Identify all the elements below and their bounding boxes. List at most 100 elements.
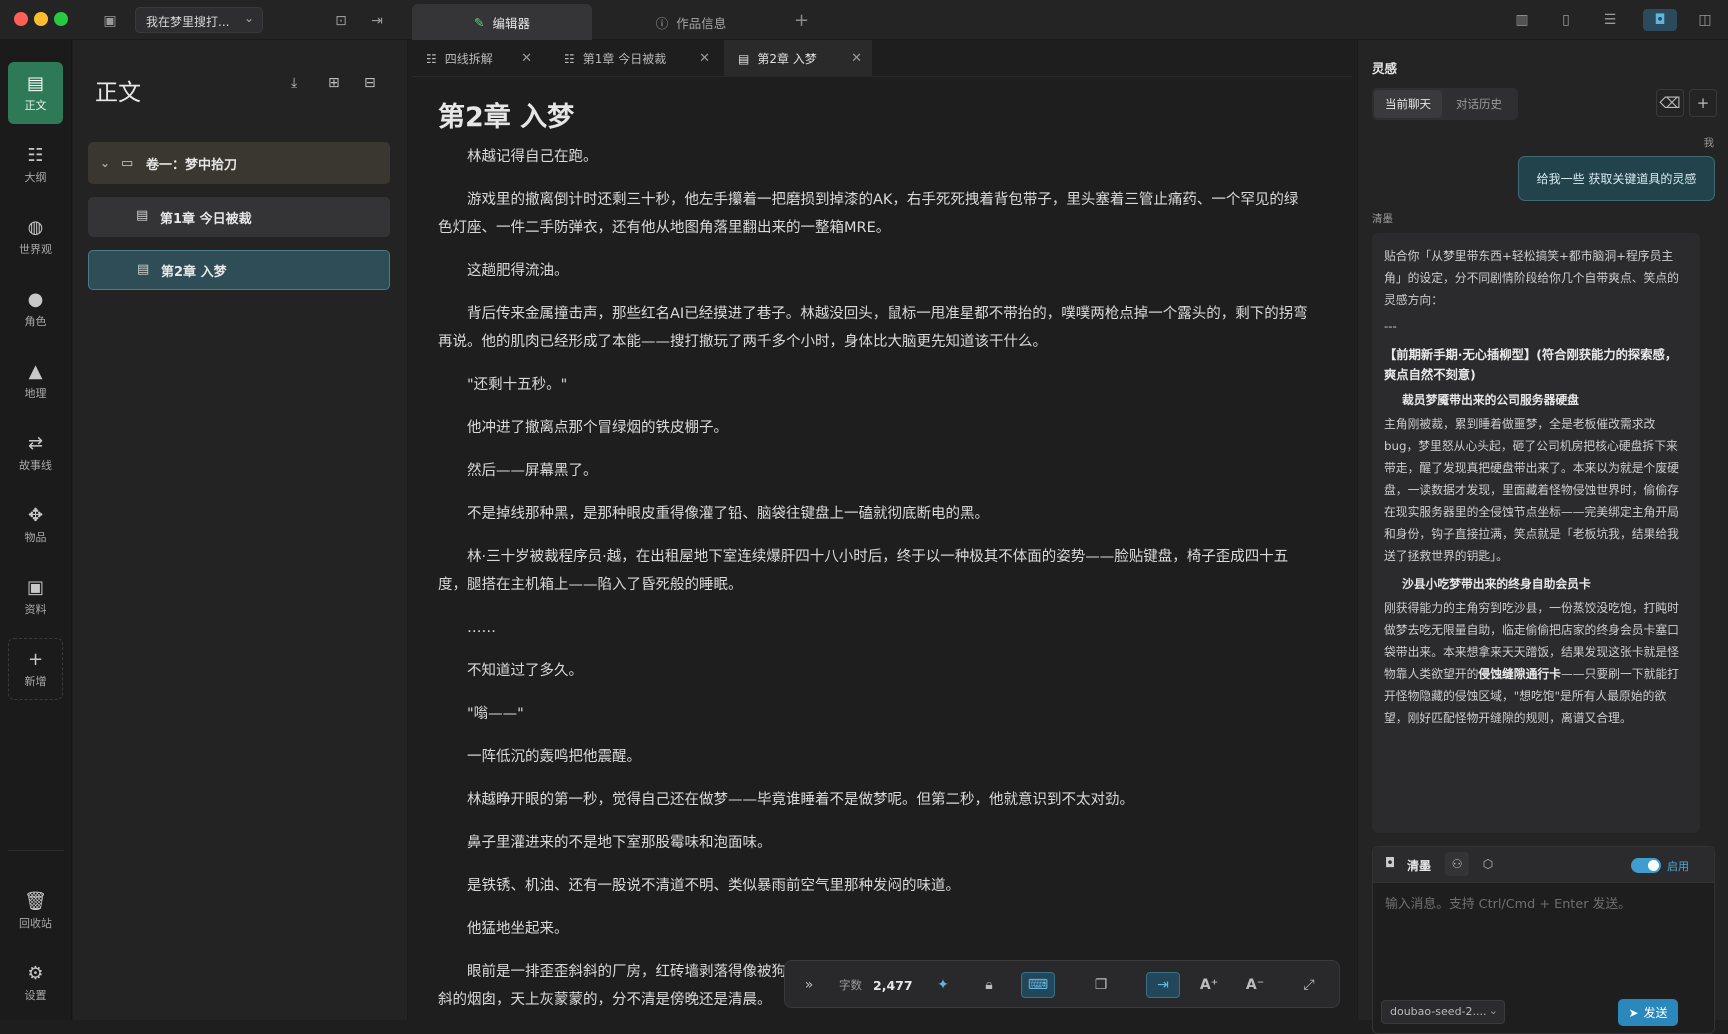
enable-toggle[interactable] xyxy=(1631,858,1661,873)
rail-item-body[interactable]: ▤ 正文 xyxy=(8,62,63,124)
paragraph: 然后——屏幕黑了。 xyxy=(467,463,598,479)
minimize-window-button[interactable] xyxy=(34,12,48,26)
idea-title: 裁员梦魇带出来的公司服务器硬盘 xyxy=(1402,393,1579,407)
chevron-down-icon: ⌄ xyxy=(100,156,111,170)
volume-item[interactable]: ⌄ ▭ 卷一：梦中拾刀 xyxy=(88,142,390,184)
new-folder-icon[interactable]: ⊟ xyxy=(364,75,376,91)
new-chat-icon[interactable]: + xyxy=(1689,89,1717,117)
editor-toolbar: » 字数 2,477 ✦ 🔒︎ ⌨ ❐ ⇥ A⁺ A⁻ ⤢ xyxy=(784,960,1340,1008)
phone-icon[interactable]: ▯ xyxy=(1555,9,1577,31)
rail-label: 资料 xyxy=(24,602,47,616)
add-user-icon[interactable]: ⚇ xyxy=(1445,852,1469,876)
app-window: ▣ 我在梦里搜打... ⌄ ⊡ ⇥ ✎ 编辑器 ⓘ 作品信息 + ▥ ▯ ☰ ◘… xyxy=(0,0,1728,1034)
toggle-label: 启用 xyxy=(1667,860,1689,873)
stats-icon[interactable]: ▥ xyxy=(1511,9,1533,31)
word-count-value: 2,477 xyxy=(873,977,913,993)
rail-label: 回收站 xyxy=(19,916,52,930)
file-tab[interactable]: ☷ 第1章 今日被裁 ✕ xyxy=(550,40,720,77)
chapter-item-selected[interactable]: ▤ 第2章 入梦 xyxy=(88,250,390,290)
idea-title: 沙县小吃梦带出来的终身自助会员卡 xyxy=(1402,577,1591,591)
nav-rail: ▤ 正文 ☷ 大纲 ◍ 世界观 ● 角色 ▲ 地理 ⇄ 故事线 ✥ 物品 ▣ 资 xyxy=(0,40,72,1020)
focus-icon[interactable]: ⊡ xyxy=(330,10,352,32)
file-tab-active[interactable]: ▤ 第2章 入梦 ✕ xyxy=(724,40,872,77)
new-file-icon[interactable]: ⊞ xyxy=(328,75,340,91)
tab-chat-history[interactable]: 对话历史 xyxy=(1456,96,1502,112)
assistant-icon[interactable]: ◘ xyxy=(1643,9,1677,31)
tab-work-info[interactable]: ⓘ 作品信息 xyxy=(616,4,766,40)
file-tab[interactable]: ☷ 四线拆解 ✕ xyxy=(412,40,542,77)
sidebar-toggle-icon[interactable]: ▣ xyxy=(99,10,121,32)
paragraph: 鼻子里灌进来的不是地下室那股霉味和泡面味。 xyxy=(467,835,772,851)
font-increase-icon[interactable]: A⁺ xyxy=(1195,972,1223,998)
model-select[interactable]: doubao-seed-2.... ⌄ xyxy=(1381,1000,1505,1024)
chat-segment: 当前聊天 对话历史 xyxy=(1372,88,1518,120)
cube-icon[interactable]: ⬡ xyxy=(1476,852,1500,876)
rail-item-geography[interactable]: ▲ 地理 xyxy=(8,350,63,412)
message-input[interactable]: 输入消息。支持 Ctrl/Cmd + Enter 发送。 xyxy=(1385,893,1631,912)
plus-icon: + xyxy=(27,648,44,670)
lock-icon[interactable]: 🔒︎ xyxy=(975,972,1003,998)
rail-item-outline[interactable]: ☷ 大纲 xyxy=(8,134,63,196)
rail-item-add[interactable]: + 新增 xyxy=(8,638,63,700)
users-icon: ● xyxy=(27,288,44,310)
inspiration-panel: 灵感 当前聊天 对话历史 ⌫ + 我 给我一些 获取关键道具的灵感 清墨 贴合你… xyxy=(1357,40,1728,1034)
rail-item-storyline[interactable]: ⇄ 故事线 xyxy=(8,422,63,484)
copy-icon[interactable]: ❐ xyxy=(1087,972,1115,998)
message-intro: 贴合你「从梦里带东西+轻松搞笑+都市脑洞+程序员主角」的设定，分不同剧情阶段给你… xyxy=(1384,249,1679,307)
fullscreen-icon[interactable]: ⤢ xyxy=(1295,972,1323,998)
paragraph: 背后传来金属撞击声，那些红名AI已经摸进了巷子。林越没回头，鼠标一甩准星都不带抬… xyxy=(438,306,1308,350)
file-tab-label: 第2章 入梦 xyxy=(757,52,817,66)
paragraph: 游戏里的撤离倒计时还剩三十秒，他左手攥着一把磨损到掉漆的AK，右手死死拽着背包带… xyxy=(438,192,1299,236)
tab-current-chat[interactable]: 当前聊天 xyxy=(1385,96,1431,112)
file-tab-label: 第1章 今日被裁 xyxy=(582,52,667,66)
indent-icon[interactable]: ⇥ xyxy=(1146,972,1180,998)
keyboard-icon[interactable]: ⌨ xyxy=(1021,972,1055,998)
rail-item-settings[interactable]: ⚙ 设置 xyxy=(8,952,63,1014)
paragraph: 一阵低沉的轰鸣把他震醒。 xyxy=(467,749,641,765)
maximize-window-button[interactable] xyxy=(54,12,68,26)
rail-label: 设置 xyxy=(24,988,47,1002)
user-message: 给我一些 获取关键道具的灵感 xyxy=(1518,156,1715,201)
collapse-icon[interactable]: » xyxy=(797,972,821,998)
rail-item-items[interactable]: ✥ 物品 xyxy=(8,494,63,556)
tab-editor[interactable]: ✎ 编辑器 xyxy=(412,4,592,40)
rail-label: 地理 xyxy=(24,386,47,400)
rail-label: 世界观 xyxy=(19,242,52,256)
list-icon: ☷ xyxy=(564,51,575,66)
rail-label: 角色 xyxy=(24,314,47,328)
close-icon[interactable]: ✕ xyxy=(521,51,532,66)
database-icon: ▣ xyxy=(26,576,44,598)
rail-label: 故事线 xyxy=(19,458,52,472)
outline-icon[interactable]: ☰ xyxy=(1599,9,1621,31)
composer-header: ◘ 清墨 ⚇ ⬡ 启用 xyxy=(1373,847,1714,883)
chapter-item[interactable]: ▤ 第1章 今日被裁 xyxy=(88,197,390,237)
eraser-icon[interactable]: ⌫ xyxy=(1656,89,1684,117)
rail-item-world[interactable]: ◍ 世界观 xyxy=(8,206,63,268)
list-icon: ☷ xyxy=(27,144,44,166)
ai-sparkle-icon[interactable]: ✦ xyxy=(929,972,957,998)
close-icon[interactable]: ✕ xyxy=(699,51,710,66)
project-select[interactable]: 我在梦里搜打... ⌄ xyxy=(135,7,263,33)
agent-name: 清墨 xyxy=(1407,859,1432,873)
right-panel-toggle-icon[interactable]: ◫ xyxy=(1694,9,1716,31)
chapter-label: 第1章 今日被裁 xyxy=(160,211,252,227)
rail-label: 新增 xyxy=(24,674,47,688)
document-icon: ▤ xyxy=(26,72,44,94)
send-button[interactable]: ➤ 发送 xyxy=(1618,999,1678,1026)
robot-icon: ◘ xyxy=(1385,856,1396,871)
close-window-button[interactable] xyxy=(14,12,28,26)
list-icon: ☷ xyxy=(426,51,437,66)
font-decrease-icon[interactable]: A⁻ xyxy=(1241,972,1269,998)
close-icon[interactable]: ✕ xyxy=(851,51,862,66)
rail-item-trash[interactable]: 🗑 回收站 xyxy=(8,880,63,942)
rail-item-materials[interactable]: ▣ 资料 xyxy=(8,566,63,628)
add-tab-icon[interactable]: + xyxy=(794,10,809,31)
exit-icon[interactable]: ⇥ xyxy=(366,10,388,32)
info-icon: ⓘ xyxy=(655,15,669,31)
document-body[interactable]: 林越记得自己在跑。 游戏里的撤离倒计时还剩三十秒，他左手攥着一把磨损到掉漆的AK，… xyxy=(438,143,1308,1029)
rail-item-characters[interactable]: ● 角色 xyxy=(8,278,63,340)
sidebar-title: 正文 xyxy=(95,80,141,106)
rail-label: 物品 xyxy=(24,530,47,544)
download-icon[interactable]: ⤓ xyxy=(291,75,297,91)
assistant-name: 清墨 xyxy=(1372,213,1393,225)
